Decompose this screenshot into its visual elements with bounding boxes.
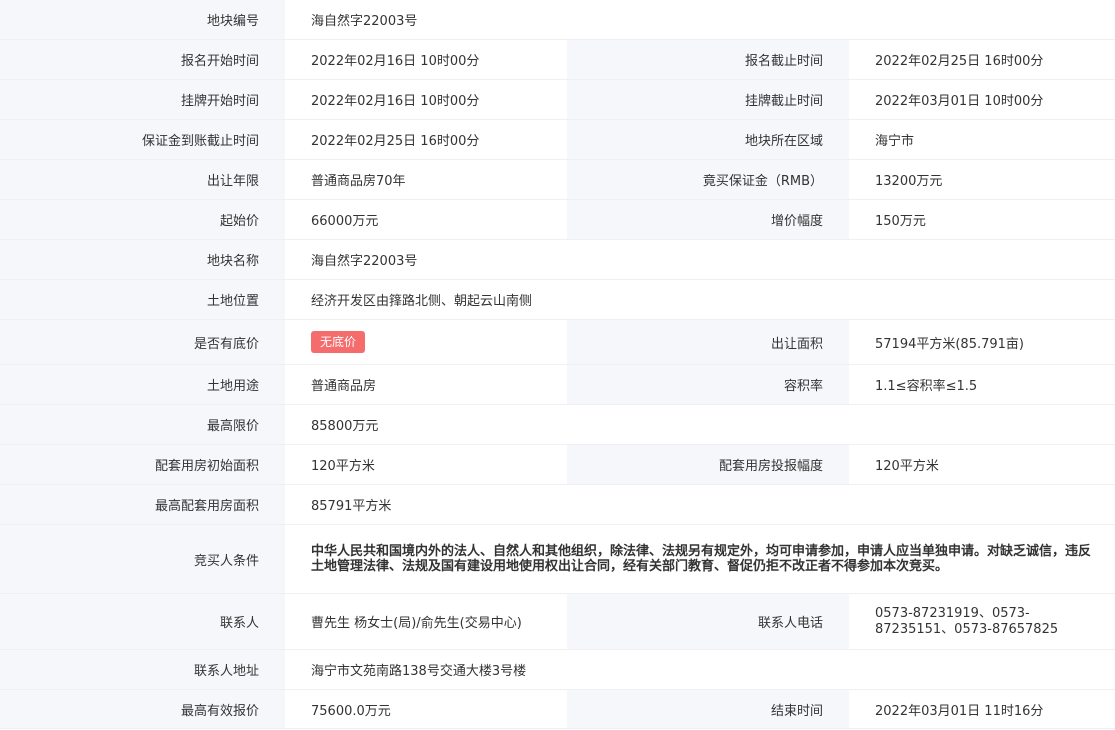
region-label: 地块所在区域 [567,119,849,160]
row-usage: 土地用途 普通商品房 容积率 1.1≤容积率≤1.5 [0,364,1115,405]
listing-end-label: 挂牌截止时间 [567,79,849,120]
location-label: 土地位置 [0,279,285,320]
signup-start-label: 报名开始时间 [0,39,285,80]
row-contact: 联系人 曹先生 杨女士(局)/俞先生(交易中心) 联系人电话 0573-8723… [0,593,1115,650]
deposit-value: 13200万元 [849,159,1115,200]
region-value: 海宁市 [849,119,1115,160]
row-term: 出让年限 普通商品房70年 竟买保证金（RMB） 13200万元 [0,159,1115,200]
end-time-value: 2022年03月01日 11时16分 [849,689,1115,729]
row-reserve: 是否有底价 无底价 出让面积 57194平方米(85.791亩) [0,319,1115,365]
far-label: 容积率 [567,364,849,405]
reserve-cell: 无底价 [285,319,567,365]
row-best-bid: 最高有效报价 75600.0万元 结束时间 2022年03月01日 11时16分 [0,689,1115,729]
term-label: 出让年限 [0,159,285,200]
end-time-label: 结束时间 [567,689,849,729]
far-value: 1.1≤容积率≤1.5 [849,364,1115,405]
row-deposit-deadline: 保证金到账截止时间 2022年02月25日 16时00分 地块所在区域 海宁市 [0,119,1115,160]
deposit-deadline-label: 保证金到账截止时间 [0,119,285,160]
usage-label: 土地用途 [0,364,285,405]
row-housing-max: 最高配套用房面积 85791平方米 [0,484,1115,525]
best-bid-value: 75600.0万元 [285,689,567,729]
listing-start-value: 2022年02月16日 10时00分 [285,79,567,120]
signup-end-label: 报名截止时间 [567,39,849,80]
area-value: 57194平方米(85.791亩) [849,319,1115,365]
row-location: 土地位置 经济开发区由箨路北侧、朝起云山南侧 [0,279,1115,320]
housing-step-value: 120平方米 [849,444,1115,485]
contact-label: 联系人 [0,593,285,650]
conditions-label: 竞买人条件 [0,524,285,594]
housing-init-value: 120平方米 [285,444,567,485]
best-bid-label: 最高有效报价 [0,689,285,729]
area-label: 出让面积 [567,319,849,365]
listing-start-label: 挂牌开始时间 [0,79,285,120]
deposit-label: 竟买保证金（RMB） [567,159,849,200]
usage-value: 普通商品房 [285,364,567,405]
address-label: 联系人地址 [0,649,285,690]
increment-value: 150万元 [849,199,1115,240]
row-signup: 报名开始时间 2022年02月16日 10时00分 报名截止时间 2022年02… [0,39,1115,80]
signup-start-value: 2022年02月16日 10时00分 [285,39,567,80]
empty-cell [567,404,1115,445]
plot-no-value: 海自然字22003号 [285,0,1115,40]
deposit-deadline-value: 2022年02月25日 16时00分 [285,119,567,160]
term-value: 普通商品房70年 [285,159,567,200]
row-housing: 配套用房初始面积 120平方米 配套用房投报幅度 120平方米 [0,444,1115,485]
phone-label: 联系人电话 [567,593,849,650]
reserve-label: 是否有底价 [0,319,285,365]
start-price-label: 起始价 [0,199,285,240]
row-start-price: 起始价 66000万元 增价幅度 150万元 [0,199,1115,240]
increment-label: 增价幅度 [567,199,849,240]
plot-name-value: 海自然字22003号 [285,239,1115,280]
row-listing: 挂牌开始时间 2022年02月16日 10时00分 挂牌截止时间 2022年03… [0,79,1115,120]
listing-end-value: 2022年03月01日 10时00分 [849,79,1115,120]
phone-value: 0573-87231919、0573-87235151、0573-8765782… [849,593,1115,650]
plot-name-label: 地块名称 [0,239,285,280]
land-info-table: 地块编号 海自然字22003号 报名开始时间 2022年02月16日 10时00… [0,0,1115,729]
contact-value: 曹先生 杨女士(局)/俞先生(交易中心) [285,593,567,650]
max-price-value: 85800万元 [285,404,567,445]
housing-step-label: 配套用房投报幅度 [567,444,849,485]
row-plot-no: 地块编号 海自然字22003号 [0,0,1115,40]
row-max-price: 最高限价 85800万元 [0,404,1115,445]
start-price-value: 66000万元 [285,199,567,240]
row-address: 联系人地址 海宁市文苑南路138号交通大楼3号楼 [0,649,1115,690]
location-value: 经济开发区由箨路北侧、朝起云山南侧 [285,279,1115,320]
row-plot-name: 地块名称 海自然字22003号 [0,239,1115,280]
conditions-value: 中华人民共和国境内外的法人、自然人和其他组织，除法律、法规另有规定外，均可申请参… [285,524,1115,594]
row-conditions: 竞买人条件 中华人民共和国境内外的法人、自然人和其他组织，除法律、法规另有规定外… [0,524,1115,594]
housing-max-value: 85791平方米 [285,484,1115,525]
signup-end-value: 2022年02月25日 16时00分 [849,39,1115,80]
no-reserve-badge: 无底价 [311,331,366,353]
housing-max-label: 最高配套用房面积 [0,484,285,525]
housing-init-label: 配套用房初始面积 [0,444,285,485]
plot-no-label: 地块编号 [0,0,285,40]
max-price-label: 最高限价 [0,404,285,445]
address-value: 海宁市文苑南路138号交通大楼3号楼 [285,649,1115,690]
